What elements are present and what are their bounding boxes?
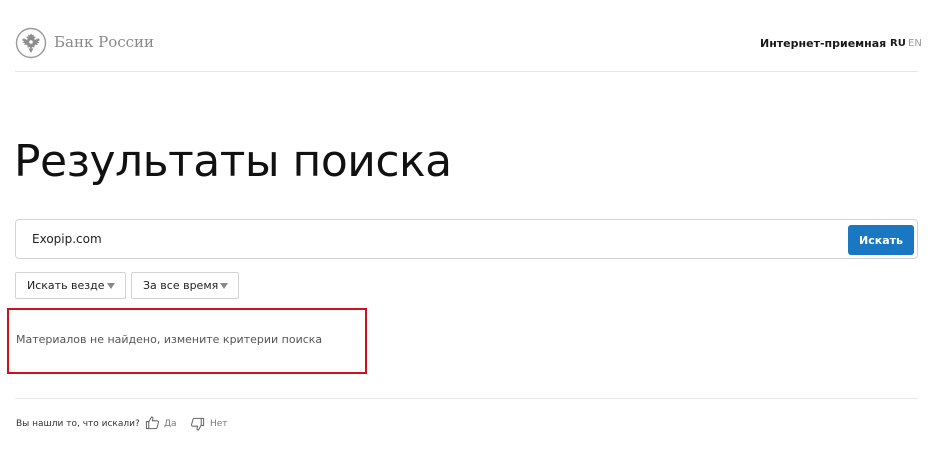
thumb-up-icon[interactable] — [145, 415, 160, 430]
search-scope-dropdown[interactable]: Искать везде — [15, 272, 126, 299]
page-title: Результаты поиска — [14, 136, 452, 187]
time-period-label: За все время — [143, 279, 219, 292]
no-results-message: Материалов не найдено, измените критерии… — [16, 333, 323, 346]
language-en[interactable]: EN — [908, 37, 922, 51]
caret-down-icon — [107, 283, 115, 289]
feedback-divider — [15, 398, 918, 399]
site-header: Банк России Интернет-приемная RU EN — [0, 0, 930, 72]
search-scope-label: Искать везде — [27, 279, 105, 292]
feedback-yes[interactable]: Да — [164, 418, 177, 430]
header-divider — [15, 71, 918, 72]
search-button[interactable]: Искать — [848, 225, 914, 255]
feedback-no[interactable]: Нет — [210, 418, 228, 430]
search-box: Искать — [15, 219, 918, 259]
caret-down-icon — [220, 283, 228, 289]
language-ru[interactable]: RU — [890, 37, 906, 51]
feedback-question: Вы нашли то, что искали? — [16, 419, 140, 429]
search-input[interactable] — [32, 229, 832, 249]
bank-name[interactable]: Банк России — [54, 33, 154, 51]
time-period-dropdown[interactable]: За все время — [131, 272, 239, 299]
internet-reception-link[interactable]: Интернет-приемная — [760, 37, 886, 51]
thumb-down-icon[interactable] — [190, 417, 205, 432]
double-headed-eagle-icon[interactable] — [15, 27, 47, 59]
